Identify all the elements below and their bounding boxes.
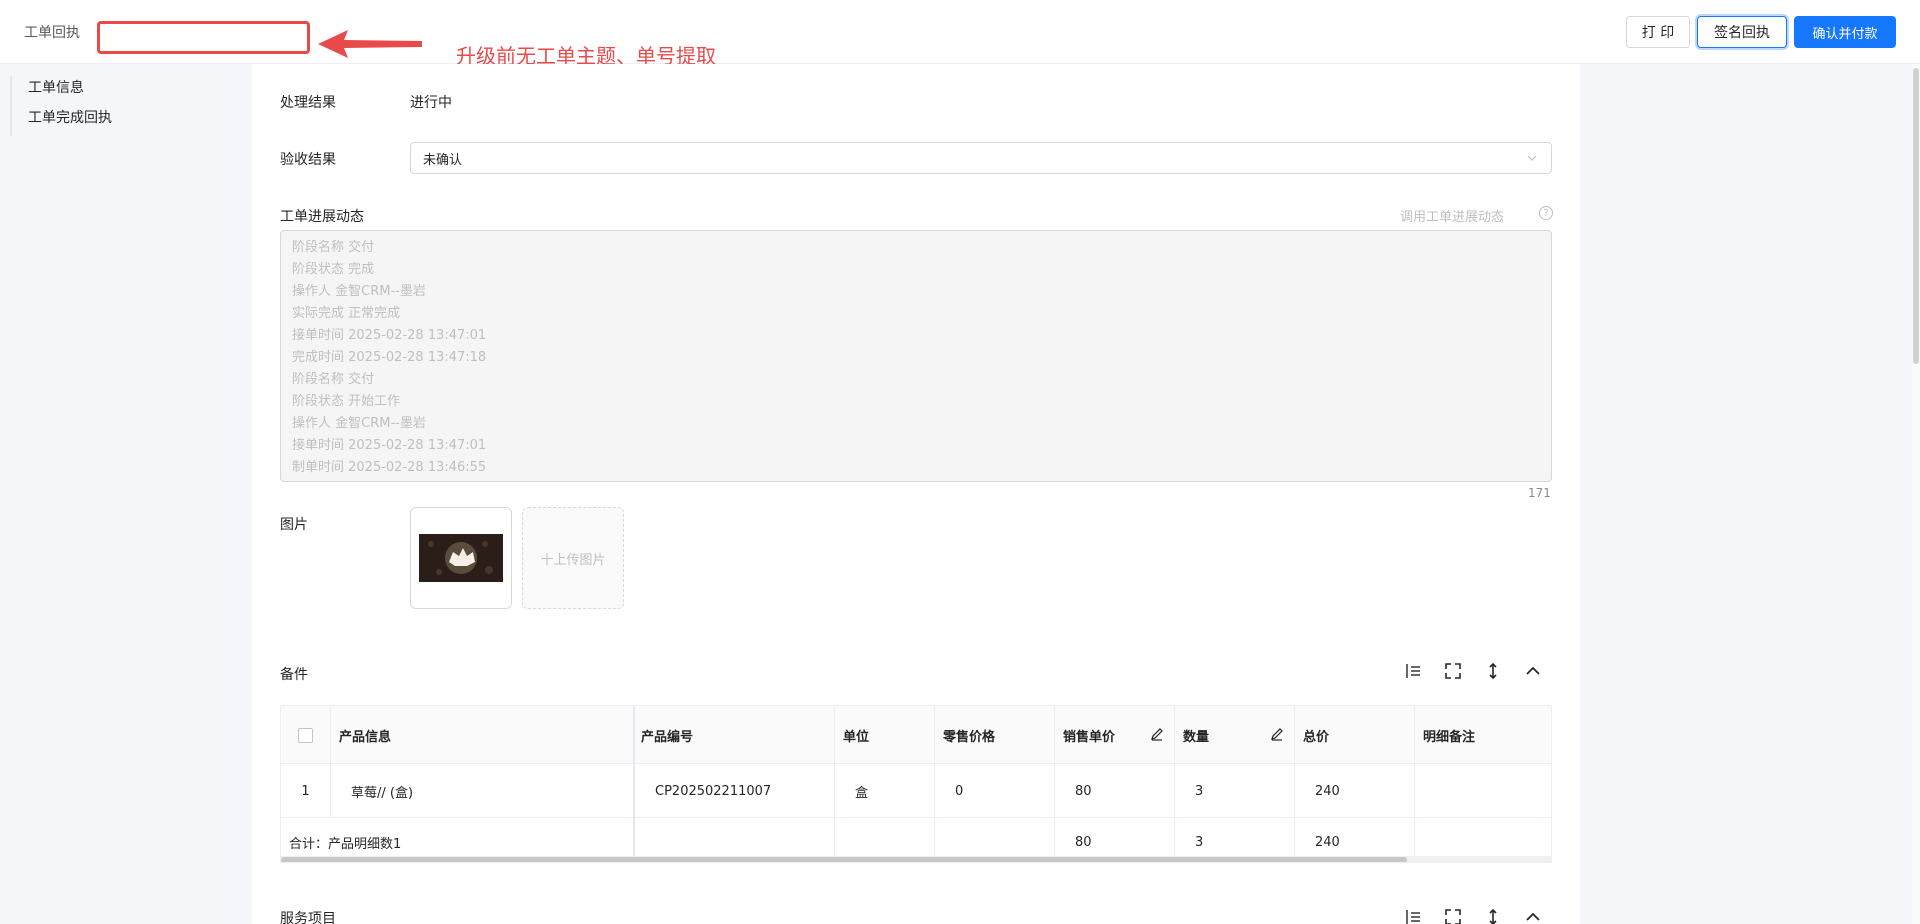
- expand-vertical-icon[interactable]: [1484, 908, 1502, 924]
- help-icon[interactable]: ?: [1539, 206, 1553, 220]
- row-total: 240: [1295, 764, 1415, 818]
- image-thumbnail[interactable]: [410, 507, 512, 609]
- load-progress-link[interactable]: 调用工单进展动态: [1400, 206, 1504, 225]
- progress-log-line: 接单时间 2025-02-28 13:47:01: [292, 328, 487, 343]
- row-qty[interactable]: 3: [1175, 764, 1295, 818]
- table-row[interactable]: 1 草莓// (盒) CP202502211007 盒 0 80 3 240: [281, 764, 1551, 818]
- photo-thumbnail-icon: [419, 534, 503, 582]
- sign-receipt-button[interactable]: 签名回执: [1697, 16, 1787, 48]
- row-index: 1: [281, 764, 331, 818]
- col-unit[interactable]: 单位: [835, 706, 935, 764]
- progress-log-line: 阶段状态 完成: [292, 262, 375, 277]
- select-all-checkbox[interactable]: [298, 727, 313, 743]
- col-quantity[interactable]: 数量: [1175, 706, 1295, 764]
- nav-item-order-info[interactable]: 工单信息: [12, 76, 210, 106]
- edit-icon[interactable]: [1150, 727, 1164, 741]
- expand-vertical-icon[interactable]: [1484, 662, 1502, 680]
- col-product-info[interactable]: 产品信息: [331, 706, 635, 764]
- progress-log-line: 阶段名称 交付: [292, 372, 375, 387]
- select-all-cell: [281, 706, 331, 764]
- edit-icon[interactable]: [1270, 727, 1284, 741]
- col-product-code[interactable]: 产品编号: [635, 706, 835, 764]
- row-remark[interactable]: [1415, 764, 1551, 818]
- annotation-highlight-box: [97, 21, 310, 54]
- result-label: 处理结果: [280, 95, 336, 111]
- row-price[interactable]: 80: [1055, 764, 1175, 818]
- row-retail: 0: [935, 764, 1055, 818]
- progress-log-line: 阶段状态 开始工作: [292, 394, 401, 409]
- acceptance-select-value: 未确认: [423, 152, 463, 168]
- progress-log-line: 操作人 金智CRM--墨岩: [292, 284, 426, 299]
- result-value: 进行中: [410, 95, 452, 111]
- progress-log-line: 实际完成 正常完成: [292, 306, 401, 321]
- upload-image-button[interactable]: 十上传图片: [522, 507, 624, 609]
- parts-table: 产品信息 产品编号 单位 零售价格 销售单价 数量 总价 明细备注 1 草莓//…: [280, 705, 1552, 863]
- collapse-chevron-up-icon[interactable]: [1524, 662, 1542, 680]
- table-header: 产品信息 产品编号 单位 零售价格 销售单价 数量 总价 明细备注: [281, 706, 1551, 764]
- parts-section-title: 备件: [280, 667, 308, 683]
- col-quantity-label: 数量: [1183, 729, 1210, 745]
- annotation-arrow-icon: [318, 30, 422, 58]
- services-toolbar: [1404, 908, 1542, 924]
- row-unit: 盒: [835, 764, 935, 818]
- progress-log-line: 操作人 金智CRM--墨岩: [292, 416, 426, 431]
- page-scrollbar[interactable]: [1913, 68, 1919, 364]
- nav-item-completion-receipt[interactable]: 工单完成回执: [12, 106, 210, 136]
- progress-textarea[interactable]: 阶段名称 交付 阶段状态 完成操作人 金智CRM--墨岩 实际完成 正常完成接单时间…: [280, 230, 1552, 482]
- progress-log-line: 完成时间 2025-02-28 13:47:18: [292, 350, 487, 365]
- main-content: 处理结果 进行中 验收结果 未确认 工单进展动态 调用工单进展动态 ? 阶段名称…: [252, 64, 1580, 924]
- table-horizontal-scrollbar[interactable]: [281, 857, 1407, 862]
- confirm-pay-button[interactable]: 确认并付款: [1794, 16, 1896, 48]
- parts-toolbar: [1404, 662, 1542, 680]
- col-retail-price[interactable]: 零售价格: [935, 706, 1055, 764]
- collapse-chevron-up-icon[interactable]: [1524, 908, 1542, 924]
- char-count: 171: [1528, 486, 1551, 500]
- acceptance-label: 验收结果: [280, 152, 336, 168]
- fullscreen-icon[interactable]: [1444, 908, 1462, 924]
- anchor-nav: 工单信息 工单完成回执: [10, 76, 210, 136]
- row-density-icon[interactable]: [1404, 908, 1422, 924]
- images-label: 图片: [280, 517, 308, 533]
- page-title: 工单回执: [24, 25, 80, 41]
- row-product: 草莓// (盒): [331, 764, 635, 818]
- progress-log-line: 阶段名称 交付: [292, 240, 375, 255]
- progress-label: 工单进展动态: [280, 209, 364, 225]
- row-density-icon[interactable]: [1404, 662, 1422, 680]
- col-sale-price[interactable]: 销售单价: [1055, 706, 1175, 764]
- acceptance-select[interactable]: 未确认: [410, 142, 1552, 174]
- col-remark[interactable]: 明细备注: [1415, 706, 1551, 764]
- col-total[interactable]: 总价: [1295, 706, 1415, 764]
- progress-log-line: 接单时间 2025-02-28 13:47:01: [292, 438, 487, 453]
- fullscreen-icon[interactable]: [1444, 662, 1462, 680]
- row-code: CP202502211007: [635, 764, 835, 818]
- progress-log-line: 制单时间 2025-02-28 13:46:55: [292, 460, 487, 475]
- services-section-title: 服务项目: [280, 911, 336, 924]
- page-header: 工单回执 升级前无工单主题、单号提取 打 印 签名回执 确认并付款: [0, 0, 1920, 68]
- col-sale-price-label: 销售单价: [1063, 729, 1116, 745]
- chevron-down-icon: [1527, 155, 1537, 161]
- print-button[interactable]: 打 印: [1626, 16, 1690, 48]
